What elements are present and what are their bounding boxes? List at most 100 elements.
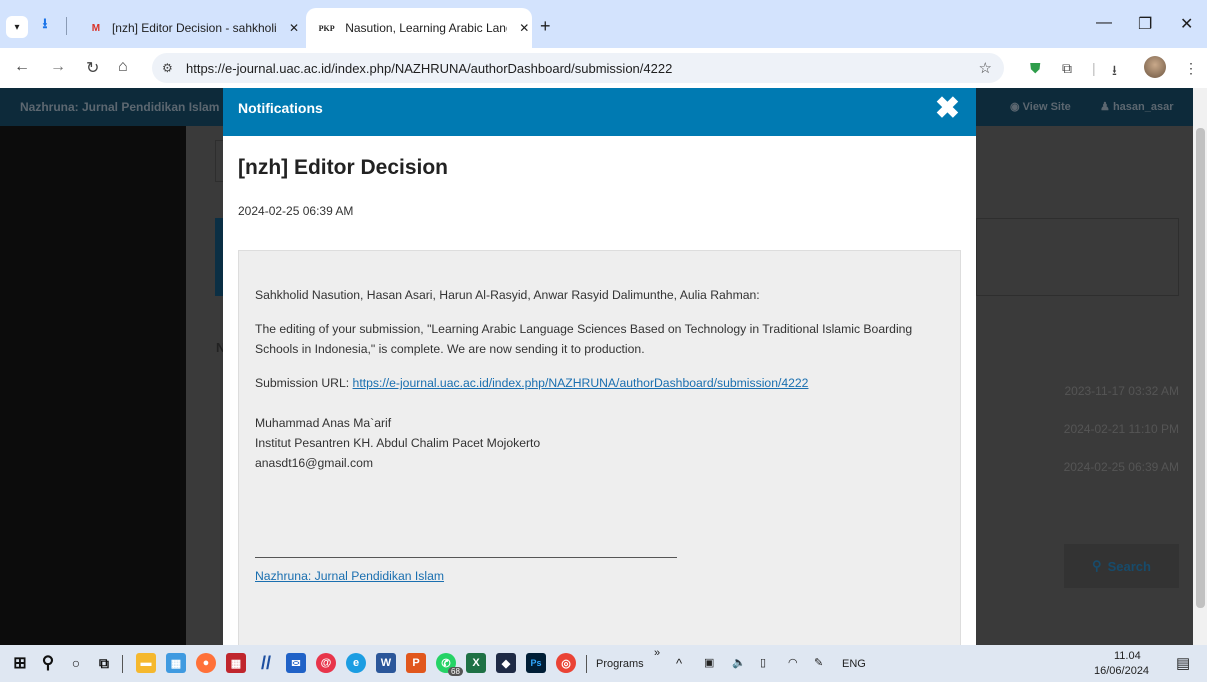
url-text[interactable]: https://e-journal.uac.ac.id/index.php/NA…	[186, 61, 672, 76]
view-site-link[interactable]: ◉ View Site	[1010, 100, 1071, 113]
notification-date: 2024-02-25 06:39 AM	[238, 204, 354, 218]
file-explorer-icon[interactable]: ▬	[136, 653, 156, 673]
search-icon[interactable]: ⚲	[38, 653, 58, 673]
word-icon[interactable]: W	[376, 653, 396, 673]
address-bar[interactable]: ⚙ https://e-journal.uac.ac.id/index.php/…	[152, 53, 1004, 83]
close-tab-icon[interactable]: ✕	[286, 21, 302, 35]
language-indicator[interactable]: ENG	[842, 658, 866, 670]
history-date-3: 2024-02-25 06:39 AM	[1063, 460, 1179, 474]
site-title[interactable]: Nazhruna: Jurnal Pendidikan Islam	[20, 100, 219, 114]
download-icon[interactable]: ⭳	[36, 14, 54, 36]
notification-modal: Notifications ✖ [nzh] Editor Decision 20…	[223, 88, 976, 645]
footer-divider	[255, 557, 677, 558]
tab-search-button[interactable]: ▾	[6, 16, 28, 38]
clock[interactable]: 11.04	[1114, 650, 1141, 662]
user-name-label: hasan_asar	[1112, 101, 1174, 113]
taskbar-divider	[586, 655, 587, 673]
notification-center-icon[interactable]: ▤	[1176, 654, 1190, 672]
browser-toolbar: ← → ↻ ⌂ ⚙ https://e-journal.uac.ac.id/in…	[0, 48, 1207, 88]
home-icon[interactable]: ⌂	[118, 58, 128, 76]
back-button[interactable]: ←	[14, 58, 30, 76]
shield-extension-icon[interactable]: ⛊	[1030, 60, 1041, 77]
signature-institution: Institut Pesantren KH. Abdul Chalim Pace…	[255, 436, 541, 450]
modal-header: Notifications ✖	[223, 88, 976, 136]
powerpoint-icon[interactable]: P	[406, 653, 426, 673]
taskbar-divider	[122, 655, 123, 673]
message-paragraph: The editing of your submission, "Learnin…	[255, 322, 913, 356]
edge-icon[interactable]: e	[346, 653, 366, 673]
tab-gmail[interactable]: M [nzh] Editor Decision - sahkholi ✕	[88, 8, 302, 48]
gmail-icon: M	[91, 22, 101, 34]
volume-icon[interactable]: 🔈	[732, 656, 746, 669]
close-tab-icon[interactable]: ✕	[517, 21, 532, 35]
restore-button[interactable]: ❐	[1138, 14, 1152, 34]
clock-date: 16/06/2024	[1094, 665, 1150, 677]
vpn-app-icon[interactable]: ◆	[496, 653, 516, 673]
photos-icon[interactable]: ▦	[166, 653, 186, 673]
site-info-icon[interactable]: ⚙	[162, 61, 180, 75]
menu-kebab-icon[interactable]: ⋮	[1184, 60, 1198, 77]
programs-toolbar[interactable]: Programs	[596, 658, 644, 670]
dim-panel	[976, 218, 1179, 296]
submission-url-label: Submission URL:	[255, 376, 350, 390]
tab-divider	[66, 17, 67, 35]
scrollbar-thumb[interactable]	[1196, 128, 1205, 608]
tab-strip: ▾ ⭳ M [nzh] Editor Decision - sahkholi ✕…	[0, 0, 1207, 48]
minimize-button[interactable]: —	[1096, 14, 1112, 32]
new-tab-button[interactable]: +	[540, 16, 551, 37]
notification-subject: [nzh] Editor Decision	[238, 156, 448, 179]
chrome-icon[interactable]: ◎	[556, 653, 576, 673]
search-label: Search	[1107, 558, 1151, 574]
submission-url-line: Submission URL: https://e-journal.uac.ac…	[255, 373, 945, 393]
firefox-icon[interactable]: ●	[196, 653, 216, 673]
tab-title: Nasution, Learning Arabic Lang	[345, 21, 507, 35]
task-view-icon[interactable]: ⧉	[94, 653, 114, 673]
toolbar-chevron[interactable]: »	[654, 647, 660, 659]
journal-footer-link[interactable]: Nazhruna: Jurnal Pendidikan Islam	[255, 569, 444, 583]
extensions-puzzle-icon[interactable]: ⧉	[1062, 60, 1072, 77]
tab-active-journal[interactable]: PKP Nasution, Learning Arabic Lang ✕	[306, 8, 532, 48]
modal-title: Notifications	[238, 100, 323, 116]
signature-name: Muhammad Anas Ma`arif	[255, 416, 392, 430]
search-button[interactable]: ⚲ Search	[1064, 544, 1179, 588]
whatsapp-badge: 68	[448, 667, 463, 676]
user-menu[interactable]: ♟ hasan_asar	[1100, 100, 1173, 113]
user-icon: ♟	[1100, 101, 1110, 113]
photoshop-icon[interactable]: Ps	[526, 653, 546, 673]
at-app-icon[interactable]: @	[316, 653, 336, 673]
dim-panel-accent	[215, 218, 223, 296]
tab-title: [nzh] Editor Decision - sahkholi	[111, 21, 277, 35]
clock-time: 11.04	[1114, 650, 1141, 662]
taskbar: ⊞ ⚲ ○ ⧉ ▬ ▦ ● ▦ // ✉ @ e W P ✆ 68 X ◆ Ps…	[0, 645, 1207, 682]
profile-avatar[interactable]	[1144, 56, 1166, 78]
pkp-icon: PKP	[318, 23, 335, 33]
app-grid-icon[interactable]: ▦	[226, 653, 246, 673]
slash-app-icon[interactable]: //	[256, 653, 276, 673]
show-hidden-icons-icon[interactable]: ^	[676, 656, 682, 671]
submission-url-link[interactable]: https://e-journal.uac.ac.id/index.php/NA…	[353, 376, 809, 390]
windows-start-icon[interactable]: ⊞	[10, 653, 30, 673]
history-date-2: 2024-02-21 11:10 PM	[1063, 422, 1179, 436]
signature-email: anasdt16@gmail.com	[255, 456, 374, 470]
mail-icon[interactable]: ✉	[286, 653, 306, 673]
reload-button[interactable]: ↻	[86, 58, 99, 78]
battery-icon[interactable]: ▯	[760, 656, 766, 669]
search-icon: ⚲	[1092, 558, 1102, 573]
eye-icon: ◉	[1010, 101, 1020, 113]
close-icon[interactable]: ✖	[935, 94, 960, 124]
close-window-button[interactable]: ✕	[1180, 14, 1193, 34]
downloads-icon[interactable]: ⭳	[1112, 60, 1117, 84]
toolbar-divider: |	[1092, 60, 1096, 76]
bookmark-star-icon[interactable]: ☆	[979, 59, 992, 77]
pen-icon[interactable]: ✎	[814, 656, 823, 669]
forward-button[interactable]: →	[50, 58, 66, 76]
salutation: Sahkholid Nasution, Hasan Asari, Harun A…	[255, 288, 760, 302]
wifi-icon[interactable]: ◠	[788, 656, 798, 669]
view-site-label: View Site	[1022, 101, 1071, 113]
meet-icon[interactable]: ▣	[704, 656, 714, 669]
signature: Muhammad Anas Ma`arif Institut Pesantren…	[255, 413, 945, 473]
history-date-1: 2023-11-17 03:32 AM	[1064, 384, 1179, 398]
cortana-icon[interactable]: ○	[66, 653, 86, 673]
excel-icon[interactable]: X	[466, 653, 486, 673]
notification-message: Sahkholid Nasution, Hasan Asari, Harun A…	[238, 250, 961, 645]
